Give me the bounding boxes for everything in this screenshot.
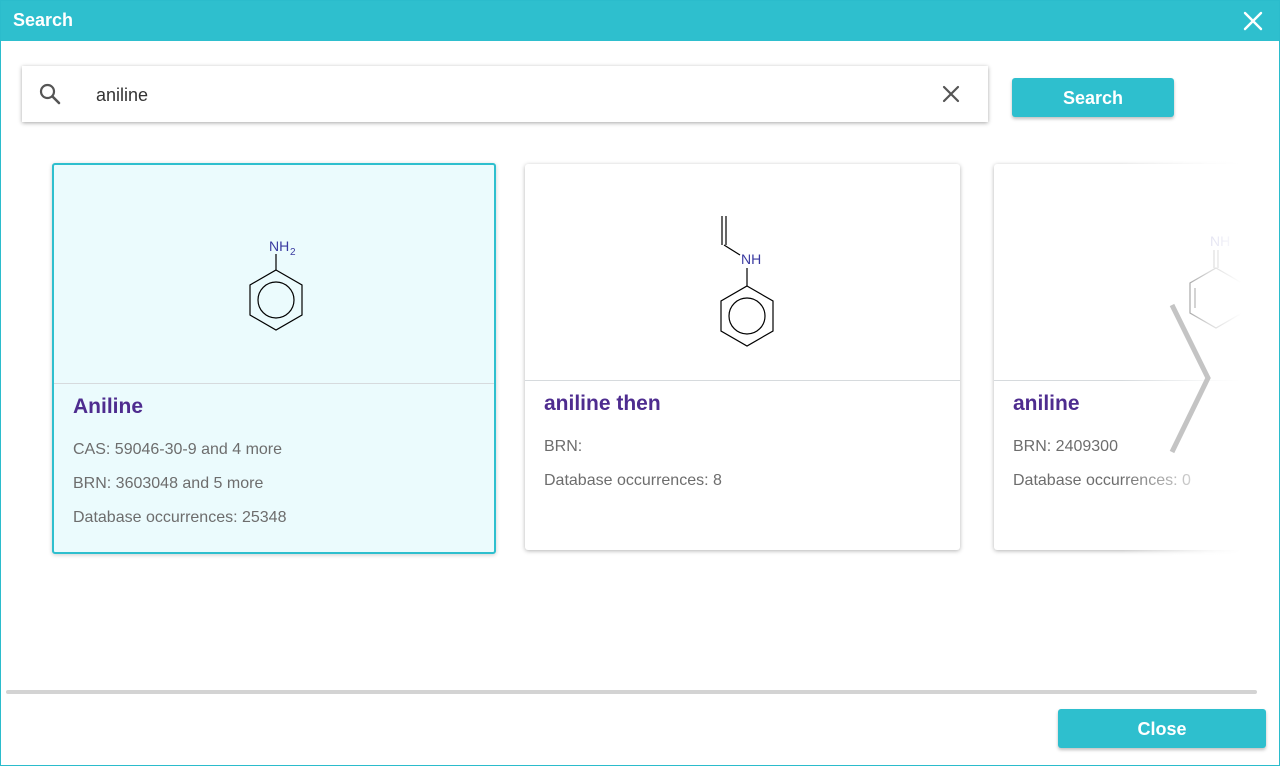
result-name: aniline then [544,392,661,415]
horizontal-scrollbar[interactable] [6,690,1257,694]
result-brn: BRN: 3603048 and 5 more [73,475,264,492]
result-name: aniline [1013,392,1080,415]
close-icon[interactable] [1241,9,1265,33]
result-card[interactable]: NH 2 Aniline CAS: 59046-30-9 and 4 more … [52,163,496,554]
search-dialog: Search Search NH 2 Aniline CAS: 59046-30… [0,0,1280,766]
chevron-right-icon[interactable] [1164,301,1216,456]
result-name: Aniline [73,395,144,418]
search-input[interactable] [94,78,918,112]
card-divider [54,383,494,384]
structure-image: NH [720,216,774,347]
result-brn: BRN: 2409300 [1013,438,1118,455]
result-cas: CAS: 59046-30-9 and 4 more [73,441,283,458]
search-icon [39,83,61,105]
dialog-title: Search [13,10,74,30]
card-divider [525,380,960,381]
clear-icon[interactable] [939,82,963,106]
result-card[interactable]: NH aniline then BRN: Database occurrence… [525,164,960,550]
svg-text:NH: NH [741,251,761,267]
structure-image: NH 2 [249,238,303,331]
result-occurrences: Database occurrences: 25348 [73,509,287,526]
search-bar [22,66,988,122]
search-button[interactable]: Search [1012,78,1174,117]
result-occurrences: Database occurrences: 8 [544,472,722,489]
svg-text:NH: NH [269,238,289,254]
dialog-titlebar: Search [1,1,1279,41]
close-button[interactable]: Close [1058,709,1266,748]
result-brn: BRN: [544,438,583,455]
svg-text:2: 2 [290,247,296,258]
